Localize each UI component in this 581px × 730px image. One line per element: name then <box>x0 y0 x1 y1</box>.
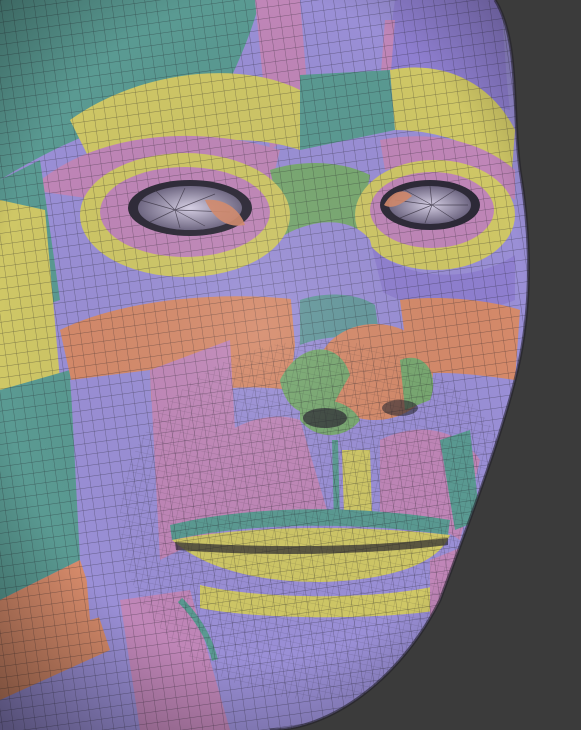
face-render <box>0 0 581 730</box>
viewport-canvas <box>0 0 581 730</box>
